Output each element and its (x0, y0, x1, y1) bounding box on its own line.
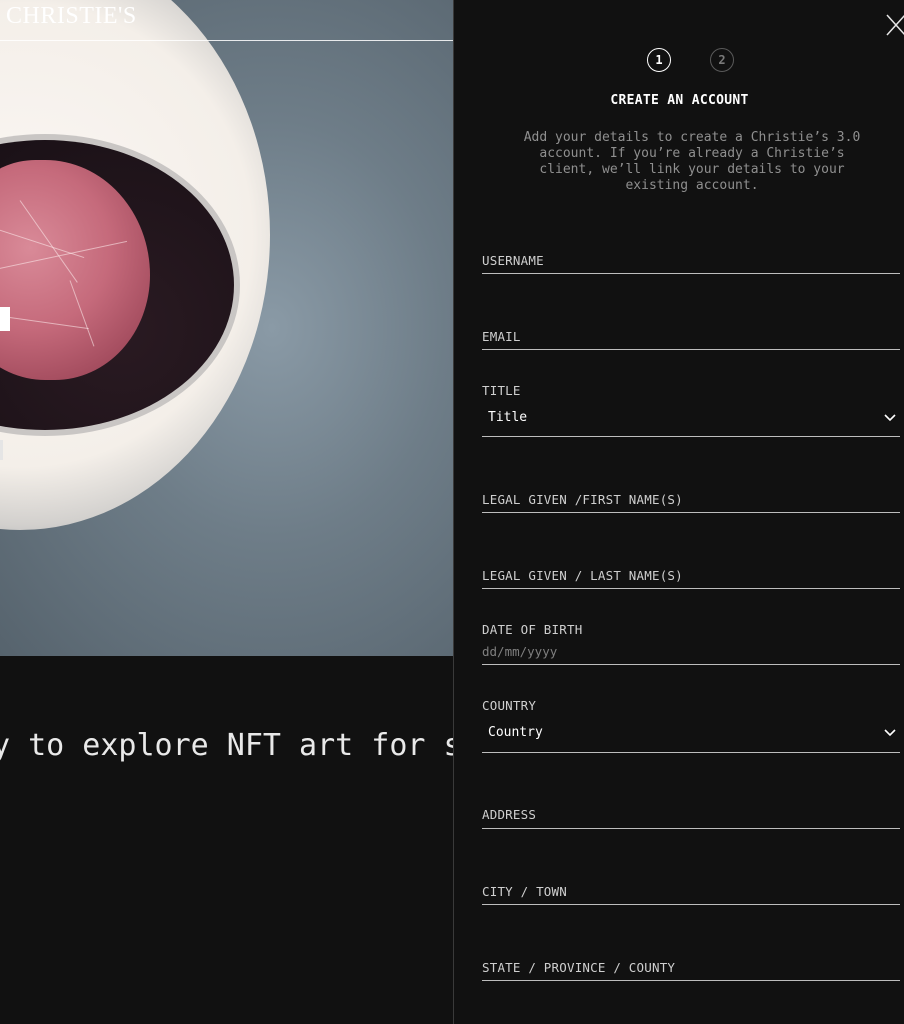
date-of-birth-placeholder: dd/mm/yyyy (482, 644, 558, 659)
email-label: EMAIL (482, 329, 521, 344)
title-label: TITLE (482, 383, 521, 398)
date-of-birth-label: DATE OF BIRTH (482, 622, 583, 637)
artwork-vein (0, 310, 89, 330)
close-button[interactable] (884, 12, 904, 38)
address-label: ADDRESS (482, 807, 537, 822)
artwork-vein (19, 200, 78, 283)
background-page: CHRISTIE'S y to explore NFT art for s (0, 0, 453, 1024)
last-name-field[interactable]: LEGAL GIVEN / LAST NAME(S) (482, 567, 900, 589)
marquee-headline: y to explore NFT art for s (0, 728, 453, 763)
artwork-flesh (0, 160, 150, 380)
hero-artwork-image (0, 0, 453, 656)
panel-description: Add your details to create a Christie’s … (523, 130, 861, 193)
artwork-mark (0, 307, 10, 331)
city-label: CITY / TOWN (482, 884, 567, 899)
email-field[interactable]: EMAIL (482, 328, 900, 350)
step-2-indicator: 2 (710, 48, 734, 72)
username-field[interactable]: USERNAME (482, 252, 900, 274)
state-label: STATE / PROVINCE / COUNTY (482, 960, 676, 975)
username-label: USERNAME (482, 253, 544, 268)
chevron-down-icon (884, 729, 896, 737)
address-field[interactable]: ADDRESS (482, 806, 900, 829)
step-1-indicator: 1 (647, 48, 671, 72)
country-select[interactable]: COUNTRY Country (482, 697, 900, 753)
create-account-panel: 1 2 CREATE AN ACCOUNT Add your details t… (453, 0, 904, 1024)
artwork-mark (0, 440, 3, 460)
top-header: CHRISTIE'S (0, 0, 453, 41)
date-of-birth-field[interactable]: DATE OF BIRTH dd/mm/yyyy (482, 621, 900, 665)
state-field[interactable]: STATE / PROVINCE / COUNTY (482, 959, 900, 981)
last-name-label: LEGAL GIVEN / LAST NAME(S) (482, 568, 683, 583)
title-select[interactable]: TITLE Title (482, 382, 900, 437)
panel-title: CREATE AN ACCOUNT (610, 93, 749, 108)
city-field[interactable]: CITY / TOWN (482, 883, 900, 905)
country-select-value: Country (488, 725, 543, 740)
close-icon (886, 14, 904, 36)
first-name-label: LEGAL GIVEN /FIRST NAME(S) (482, 492, 683, 507)
first-name-field[interactable]: LEGAL GIVEN /FIRST NAME(S) (482, 491, 900, 513)
christies-logo[interactable]: CHRISTIE'S (6, 3, 137, 30)
artwork-vein (0, 240, 128, 271)
chevron-down-icon (884, 414, 896, 422)
title-select-value: Title (488, 410, 528, 425)
artwork-vein (69, 280, 95, 347)
country-label: COUNTRY (482, 698, 537, 713)
